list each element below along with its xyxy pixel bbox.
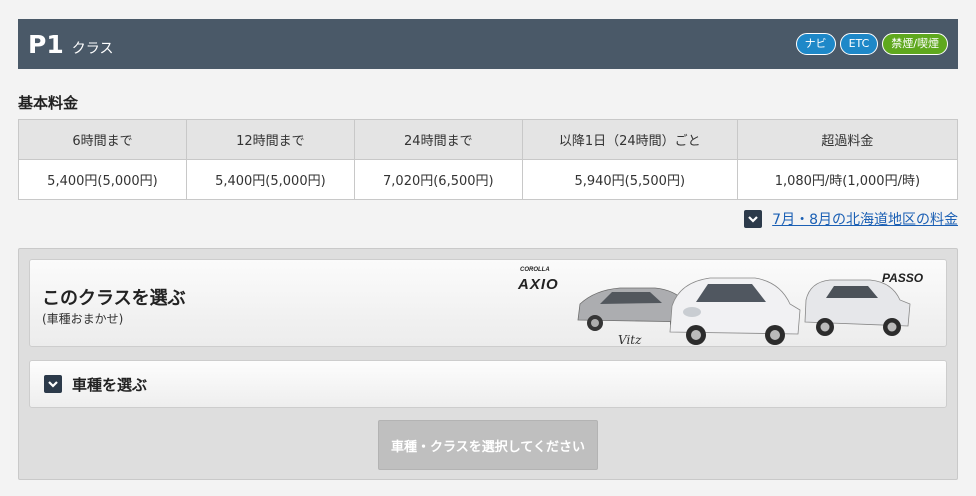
rates-value-cell: 5,400円(5,000円) bbox=[185, 159, 355, 200]
class-header: P1 クラス ナビ ETC 禁煙/喫煙 bbox=[18, 19, 958, 69]
feature-badges: ナビ ETC 禁煙/喫煙 bbox=[795, 33, 948, 55]
rates-table: 6時間まで 12時間まで 24時間まで 以降1日（24時間）ごと 超過料金 5,… bbox=[18, 119, 959, 200]
rates-value-cell: 5,940円(5,500円) bbox=[521, 159, 738, 200]
badge-etc: ETC bbox=[839, 33, 879, 55]
passo-car bbox=[804, 279, 911, 336]
rates-header-cell: 6時間まで bbox=[18, 119, 187, 160]
choose-class-subtitle: (車種おまかせ) bbox=[42, 312, 124, 326]
region-rates-link[interactable]: 7月・8月の北海道地区の料金 bbox=[744, 209, 958, 229]
class-cars-image: COROLLA AXIO PASSO Vitz bbox=[500, 260, 945, 347]
rates-header-cell: 24時間まで bbox=[353, 119, 523, 160]
select-model-class-button[interactable]: 車種・クラスを選択してください bbox=[378, 420, 598, 470]
rates-value-cell: 1,080円/時(1,000円/時) bbox=[736, 159, 959, 200]
class-code: P1 bbox=[28, 29, 64, 59]
region-rates-link-text[interactable]: 7月・8月の北海道地区の料金 bbox=[772, 209, 958, 229]
rates-value-cell: 7,020円(6,500円) bbox=[353, 159, 523, 200]
chevron-down-icon bbox=[744, 210, 763, 228]
choose-model-toggle[interactable]: 車種を選ぶ bbox=[29, 360, 947, 408]
badge-navi: ナビ bbox=[795, 33, 836, 55]
rates-header-cell: 12時間まで bbox=[185, 119, 355, 160]
vitz-car bbox=[669, 277, 801, 345]
class-suffix: クラス bbox=[71, 41, 114, 57]
axio-brand-logo: COROLLA bbox=[520, 267, 550, 273]
rates-value-row: 5,400円(5,000円) 5,400円(5,000円) 7,020円(6,5… bbox=[18, 159, 959, 200]
rates-title: 基本料金 bbox=[18, 94, 79, 112]
axio-logo: AXIO bbox=[517, 276, 559, 293]
vitz-logo: Vitz bbox=[618, 333, 642, 347]
rates-header-cell: 以降1日（24時間）ごと bbox=[521, 119, 738, 160]
choose-class-title: このクラスを選ぶ bbox=[42, 288, 186, 309]
badge-smoking: 禁煙/喫煙 bbox=[882, 33, 948, 55]
rates-header-row: 6時間まで 12時間まで 24時間まで 以降1日（24時間）ごと 超過料金 bbox=[18, 119, 959, 160]
chevron-down-icon bbox=[44, 375, 62, 393]
rates-value-cell: 5,400円(5,000円) bbox=[18, 159, 187, 200]
choose-model-label: 車種を選ぶ bbox=[72, 375, 148, 394]
passo-logo: PASSO bbox=[882, 271, 924, 285]
selection-panel: このクラスを選ぶ (車種おまかせ) COROLLA AXIO PASSO Vit… bbox=[18, 248, 958, 480]
choose-class-button[interactable]: このクラスを選ぶ (車種おまかせ) COROLLA AXIO PASSO Vit… bbox=[29, 259, 947, 347]
rates-header-cell: 超過料金 bbox=[736, 119, 959, 160]
